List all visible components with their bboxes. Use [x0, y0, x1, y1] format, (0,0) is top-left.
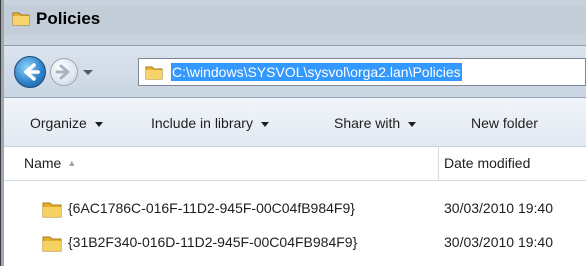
back-button[interactable] [14, 56, 46, 88]
file-name: {6AC1786C-016F-11D2-945F-00C04fB984F9} [68, 200, 355, 216]
chevron-down-icon [260, 121, 269, 127]
organize-label: Organize [30, 115, 87, 131]
chevron-down-icon [94, 121, 103, 127]
chevron-down-icon [408, 121, 417, 127]
file-list: {6AC1786C-016F-11D2-945F-00C04fB984F9} 3… [4, 181, 586, 266]
share-with-button[interactable]: Share with [334, 113, 417, 133]
command-toolbar: Organize Include in library Share with N… [4, 98, 586, 147]
back-arrow-icon [24, 63, 40, 81]
chevron-down-icon [83, 70, 93, 75]
column-date-header[interactable]: Date modified [444, 155, 530, 171]
new-folder-button[interactable]: New folder [471, 113, 538, 133]
navigation-bar: C:\windows\SYSVOL\sysvol\orga2.lan\Polic… [4, 46, 586, 98]
new-folder-label: New folder [471, 115, 538, 131]
folder-icon [42, 200, 62, 218]
recent-pages-button[interactable] [80, 62, 96, 82]
column-name-label: Name [24, 155, 62, 171]
list-item[interactable]: {6AC1786C-016F-11D2-945F-00C04fB984F9} 3… [4, 196, 586, 222]
share-with-label: Share with [334, 115, 401, 131]
title-bar[interactable]: Policies [4, 0, 586, 46]
include-in-library-label: Include in library [151, 115, 253, 131]
organize-button[interactable]: Organize [30, 113, 103, 133]
column-header: Name ▲ Date modified [4, 147, 586, 181]
file-date-modified: 30/03/2010 19:40 [444, 234, 553, 250]
address-bar[interactable]: C:\windows\SYSVOL\sysvol\orga2.lan\Polic… [138, 58, 586, 86]
column-date-label: Date modified [444, 155, 531, 171]
include-in-library-button[interactable]: Include in library [151, 113, 269, 133]
column-name-header[interactable]: Name ▲ [24, 155, 76, 171]
window-title: Policies [36, 9, 101, 28]
forward-button[interactable] [50, 58, 78, 86]
folder-icon [145, 64, 163, 80]
folder-icon [42, 234, 62, 252]
address-path[interactable]: C:\windows\SYSVOL\sysvol\orga2.lan\Polic… [171, 63, 462, 81]
window-left-border [0, 0, 1, 266]
forward-arrow-icon [55, 64, 70, 80]
file-name: {31B2F340-016D-11D2-945F-00C04FB984F9} [68, 234, 358, 250]
folder-icon [12, 10, 30, 26]
sort-ascending-icon: ▲ [67, 158, 77, 168]
column-divider[interactable] [438, 147, 439, 181]
list-item[interactable]: {31B2F340-016D-11D2-945F-00C04FB984F9} 3… [4, 230, 586, 256]
file-date-modified: 30/03/2010 19:40 [444, 200, 553, 216]
